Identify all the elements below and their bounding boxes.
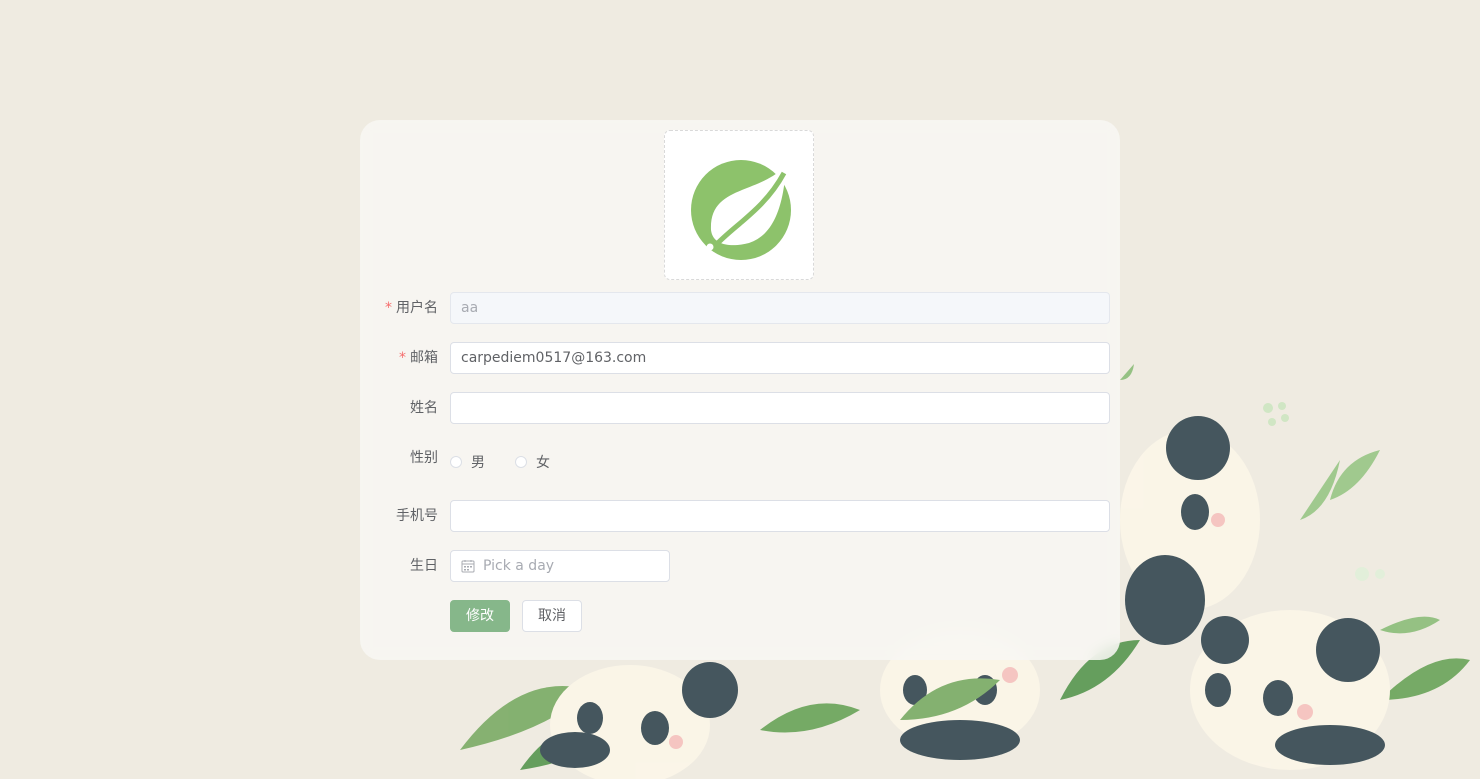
name-label: 姓名 [410, 400, 438, 416]
update-button[interactable]: 修改 [450, 600, 510, 632]
email-input[interactable]: carpediem0517@163.com [450, 342, 1110, 374]
email-row: * 邮箱 carpediem0517@163.com [360, 342, 1120, 374]
phone-row: 手机号 [360, 500, 1120, 532]
radio-circle-icon[interactable] [450, 456, 462, 468]
phone-label: 手机号 [396, 508, 438, 524]
phone-input[interactable] [450, 500, 1110, 532]
actions-row: 修改 取消 [360, 600, 1120, 632]
gender-radio-male[interactable]: 男 [450, 444, 485, 472]
email-label-text: 邮箱 [410, 350, 438, 366]
required-mark: * [385, 300, 392, 316]
gender-option-label: 女 [536, 455, 550, 471]
radio-circle-icon[interactable] [515, 456, 527, 468]
username-label-text: 用户名 [396, 300, 438, 316]
username-row: * 用户名 aa [360, 292, 1120, 324]
calendar-icon [461, 559, 475, 573]
name-input[interactable] [450, 392, 1110, 424]
username-input[interactable]: aa [450, 292, 1110, 324]
cancel-button[interactable]: 取消 [522, 600, 582, 632]
birthday-placeholder: Pick a day [483, 558, 555, 574]
gender-radio-group: 男 女 [450, 442, 580, 474]
avatar-upload[interactable] [664, 130, 814, 280]
gender-radio-female[interactable]: 女 [515, 444, 550, 472]
email-label: * 邮箱 [360, 342, 438, 374]
spring-leaf-logo-icon [691, 160, 791, 260]
birthday-row: 生日 Pick a day [360, 550, 1120, 582]
required-mark: * [399, 350, 406, 366]
profile-edit-card: * 用户名 aa * 邮箱 carpediem0517@163.com 姓名 性别 … [360, 120, 1120, 660]
birthday-label: 生日 [410, 558, 438, 574]
username-label: * 用户名 [360, 292, 438, 324]
birthday-date-picker[interactable]: Pick a day [450, 550, 670, 582]
name-row: 姓名 [360, 392, 1120, 424]
gender-option-label: 男 [471, 455, 485, 471]
gender-row: 性别 男 女 [360, 442, 1120, 474]
gender-label: 性别 [410, 450, 438, 466]
